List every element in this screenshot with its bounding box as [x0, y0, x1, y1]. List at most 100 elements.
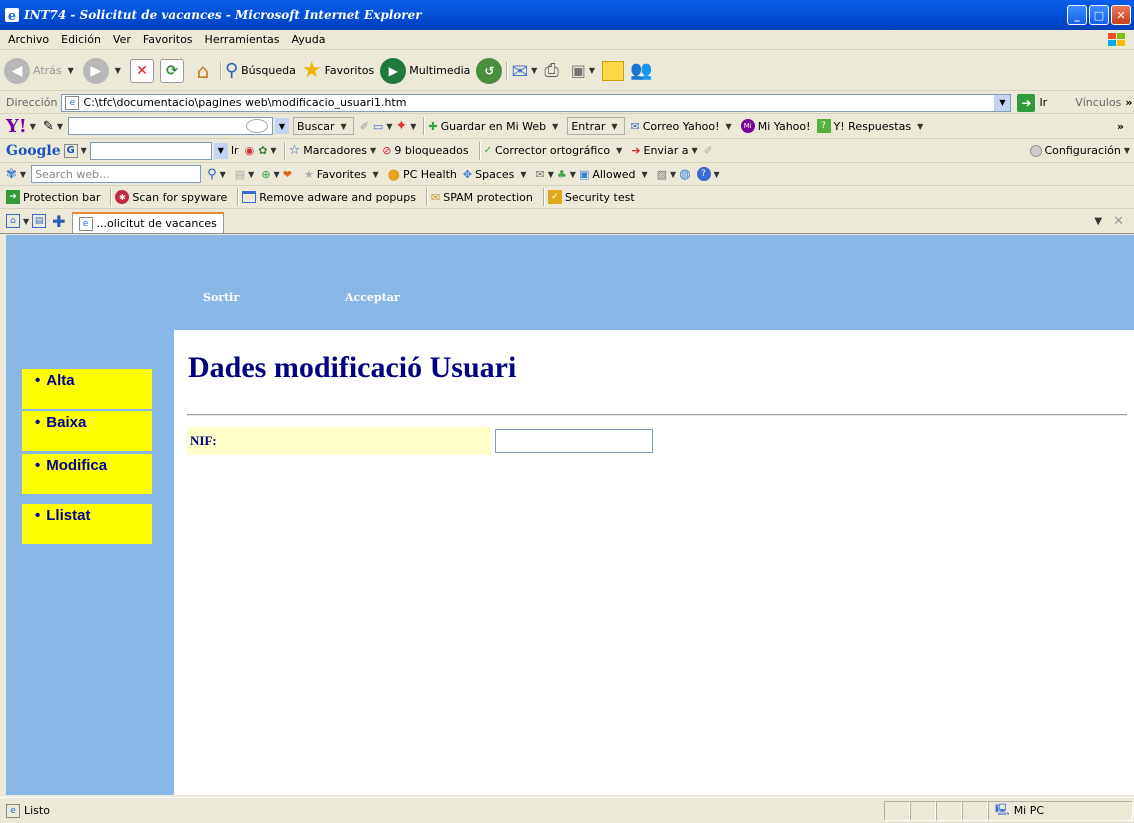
msn-search-input[interactable]: Search web... [31, 165, 202, 183]
chevron-down-icon[interactable]: ▼ [213, 142, 228, 159]
acceptar-link[interactable]: Acceptar [345, 291, 400, 304]
popup-blocker-button[interactable]: ⊘ 9 bloqueados [382, 144, 468, 157]
history-icon[interactable]: ↺ [476, 57, 503, 84]
yahoo-mail-button[interactable]: ✉ Correo Yahoo! ▼ [631, 120, 735, 133]
chevron-down-icon[interactable]: ▼ [115, 66, 121, 75]
antispy-icon[interactable]: ✦ [395, 118, 407, 134]
chevron-down-icon[interactable]: ▼ [994, 94, 1011, 111]
google-g-icon[interactable]: G [63, 143, 78, 158]
messenger-icon[interactable]: 👥 [630, 60, 652, 81]
tab-menu-icon[interactable]: ▼ [1094, 216, 1102, 227]
add-icon[interactable]: ⊕ [261, 168, 270, 181]
chevron-down-icon[interactable]: ▼ [670, 170, 676, 179]
security-test-button[interactable]: ✓ Security test [547, 190, 635, 204]
sortir-link[interactable]: Sortir [203, 291, 239, 304]
my-yahoo-button[interactable]: Mi Mi Yahoo! [740, 119, 811, 133]
settings-button[interactable]: Configuración ▼ [1029, 144, 1130, 157]
edit-icon[interactable]: ▣ [571, 61, 586, 80]
spellcheck-button[interactable]: ✓ Corrector ortográfico ▼ [484, 144, 626, 157]
close-tab-icon[interactable]: ✕ [1113, 214, 1124, 229]
tab-list-icon[interactable]: ▤ [32, 214, 47, 228]
menu-ver[interactable]: Ver [113, 33, 131, 46]
google-logo[interactable]: Google [6, 143, 61, 159]
chevron-down-icon[interactable]: ▼ [410, 122, 416, 131]
nav-item-baixa[interactable]: • Baixa [22, 411, 152, 451]
google-search-input[interactable] [89, 141, 212, 160]
mail-icon[interactable]: ✉ [536, 168, 545, 181]
chevron-down-icon[interactable]: ▼ [548, 170, 554, 179]
options-icon[interactable]: ✿ [258, 144, 267, 157]
home-icon[interactable]: ⌂ [190, 58, 216, 84]
msn-favorites-button[interactable]: ★ Favorites ▼ [304, 168, 382, 181]
quick-tabs-icon[interactable]: ⌂ [6, 214, 20, 228]
chevron-down-icon[interactable]: ▼ [270, 146, 276, 155]
minimize-button[interactable]: _ [1067, 5, 1087, 25]
chevron-down-icon[interactable]: ▼ [274, 170, 280, 179]
title-bar[interactable]: e INT74 - Solicitut de vacances - Micros… [0, 0, 1134, 30]
new-tab-icon[interactable]: ✚ [52, 212, 65, 231]
chevron-down-icon[interactable]: ▼ [23, 217, 29, 226]
links-label[interactable]: Vínculos [1075, 96, 1121, 109]
chevron-down-icon[interactable]: ▼ [68, 66, 74, 75]
chevron-down-icon[interactable]: ▼ [30, 122, 36, 131]
address-input[interactable]: e C:\tfc\documentacio\pagines web\modifi… [61, 93, 1012, 112]
nav-item-modifica[interactable]: • Modifica [22, 454, 152, 494]
tab-solicitut[interactable]: e ...olicitut de vacances [71, 211, 224, 233]
notes-icon[interactable] [602, 60, 624, 81]
chevron-down-icon[interactable]: ▼ [531, 66, 537, 75]
allowed-button[interactable]: ▣ Allowed ▼ [579, 168, 651, 181]
stop-icon[interactable]: ✕ [129, 58, 154, 83]
bookmarks-button[interactable]: ☆ Marcadores ▼ [289, 143, 377, 158]
search-icon[interactable]: ⚲ [207, 167, 217, 182]
nif-input[interactable] [495, 429, 653, 453]
close-button[interactable]: ✕ [1111, 5, 1131, 25]
messenger-icon[interactable]: ◍ [679, 167, 690, 182]
chevron-down-icon[interactable]: ▼ [386, 122, 392, 131]
contacts-icon[interactable]: ♣ [557, 168, 567, 181]
chevron-down-icon[interactable]: ▼ [81, 146, 87, 155]
pagerank-icon[interactable]: ◉ [245, 144, 255, 157]
nav-item-alta[interactable]: • Alta [22, 369, 152, 409]
go-button[interactable]: Ir [1039, 96, 1047, 109]
pc-health-button[interactable]: ⬤ PC Health [388, 168, 457, 181]
favorites-button[interactable]: ★ Favoritos [302, 58, 374, 83]
spaces-button[interactable]: ✥ Spaces ▼ [463, 168, 530, 181]
chevron-right-icon[interactable]: » [1117, 120, 1124, 133]
chevron-down-icon[interactable]: ▼ [589, 66, 595, 75]
menu-ayuda[interactable]: Ayuda [291, 33, 325, 46]
save-to-myweb-button[interactable]: ✚ Guardar en Mi Web ▼ [428, 120, 561, 133]
pencil-icon[interactable]: ✎ [43, 119, 54, 134]
enter-button[interactable]: Entrar ▼ [567, 117, 625, 135]
multimedia-button[interactable]: ▶ Multimedia [380, 57, 470, 84]
chevron-down-icon[interactable]: ▼ [220, 170, 226, 179]
yahoo-logo[interactable]: Y! [6, 116, 27, 137]
chevron-down-icon[interactable]: ▼ [714, 170, 720, 179]
go-arrow-icon[interactable]: ➔ [1017, 93, 1036, 112]
chevron-down-icon[interactable]: ▼ [570, 170, 576, 179]
chevron-down-icon[interactable]: ▼ [20, 170, 26, 179]
maximize-button[interactable]: □ [1089, 5, 1109, 25]
google-go-button[interactable]: Ir [231, 144, 239, 157]
back-button[interactable]: ◀ Atrás ▼ [4, 57, 77, 84]
menu-favoritos[interactable]: Favoritos [143, 33, 193, 46]
chevron-down-icon[interactable]: ▼ [57, 122, 63, 131]
nav-item-llistat[interactable]: • Llistat [22, 504, 152, 544]
highlight-icon[interactable]: ▤ [235, 168, 245, 181]
menu-archivo[interactable]: Archivo [8, 33, 49, 46]
popup-icon[interactable]: ▭ [373, 120, 383, 133]
answers-button[interactable]: ? Y! Respuestas ▼ [816, 119, 927, 133]
refresh-icon[interactable]: ⟳ [159, 58, 184, 83]
msn-butterfly-icon[interactable]: ✾ [6, 167, 17, 182]
scan-spyware-button[interactable]: ✱ Scan for spyware [115, 190, 227, 204]
highlighter-icon[interactable]: ✐ [704, 144, 713, 157]
msn-color-icon[interactable]: ❤ [283, 168, 292, 181]
menu-herramientas[interactable]: Herramientas [205, 33, 280, 46]
rss-icon[interactable]: ▧ [657, 168, 667, 181]
yahoo-search-input[interactable] [67, 117, 273, 135]
protection-bar-button[interactable]: ➔ Protection bar [6, 190, 100, 204]
highlight-icon[interactable]: ✐ [360, 120, 369, 133]
chevron-right-icon[interactable]: » [1125, 96, 1132, 109]
chevron-down-icon[interactable]: ▼ [248, 170, 254, 179]
print-icon[interactable]: ⎙ [544, 60, 558, 81]
remove-adware-button[interactable]: Remove adware and popups [242, 191, 416, 204]
